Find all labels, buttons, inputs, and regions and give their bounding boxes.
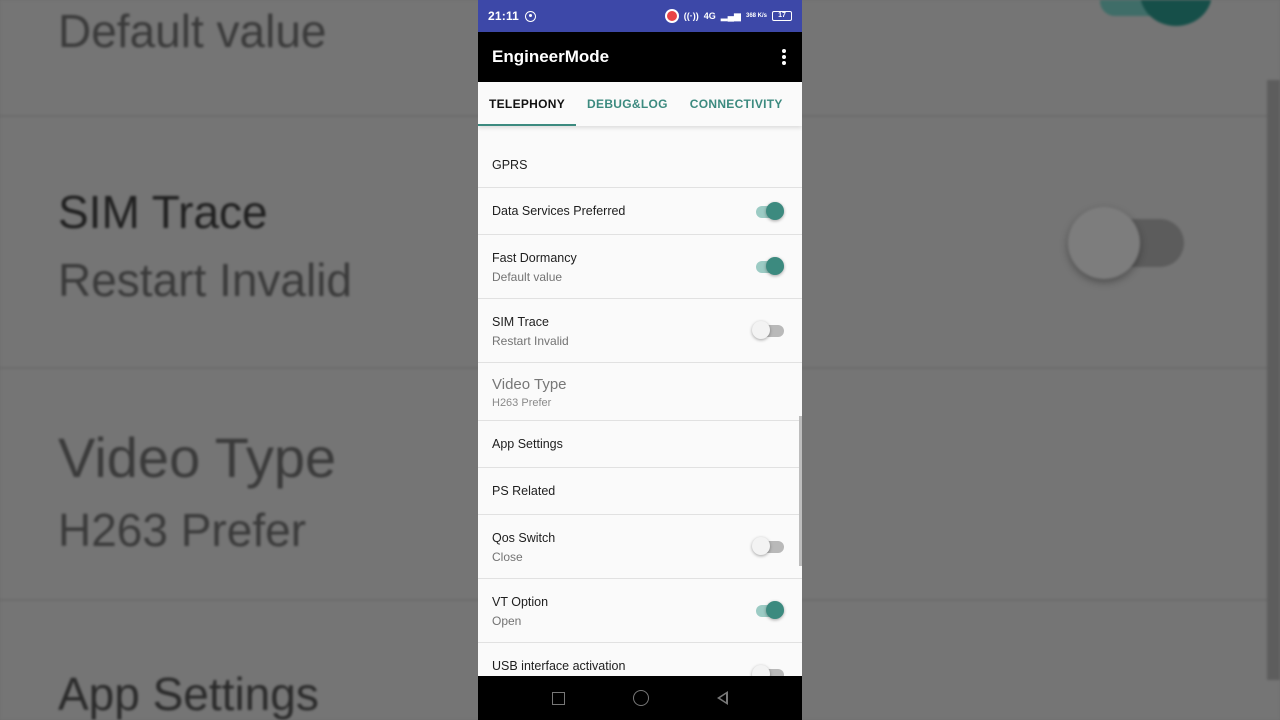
back-icon[interactable] [717,691,728,705]
signal-icon: ▂▄▆ [720,10,741,21]
recents-icon[interactable] [552,691,565,705]
list-item-fast-dormancy[interactable]: Fast Dormancy Default value [478,235,802,299]
toggle-switch[interactable] [752,535,784,559]
bg-toggle-knob [1068,207,1140,279]
list-item-sim-trace[interactable]: SIM Trace Restart Invalid [478,299,802,363]
bg-text: Default value [58,5,327,57]
speed-indicator: 368 K/s [745,13,767,19]
app-title: EngineerMode [492,47,610,66]
tab-debug-log[interactable]: DEBUG&LOG [576,82,679,126]
bg-text: App Settings [58,668,319,720]
status-icons: ((·)) 4G ▂▄▆ 368 K/s 17 [664,9,792,23]
system-nav-bar [478,676,802,720]
status-bar: 21:11 ((·)) 4G ▂▄▆ 368 K/s 17 [478,0,802,32]
toggle-switch[interactable] [752,663,784,676]
app-bar: EngineerMode [478,32,802,82]
list-item-ps-related[interactable]: PS Related [478,468,802,515]
screen-record-icon [664,9,679,23]
tab-connectivity[interactable]: CONNECTIVITY [679,82,794,126]
toggle-switch[interactable] [754,255,784,279]
tab-telephony[interactable]: TELEPHONY [478,82,577,126]
phone-screen: 21:11 ((·)) 4G ▂▄▆ 368 K/s 17 EngineerMo… [478,0,802,720]
tab-hardware[interactable]: HA [794,82,802,126]
toggle-switch[interactable] [752,319,784,343]
status-time: 21:11 [488,9,520,23]
bg-text: Restart Invalid [58,254,353,306]
bg-text: H263 Prefer [58,504,307,556]
list-item-gprs[interactable]: GPRS [478,142,802,188]
battery-icon: 17 [772,11,792,21]
list-item-vt-option[interactable]: VT Option Open [478,579,802,643]
network-type-icon: 4G [703,11,716,21]
list-item-usb-interface-activation[interactable]: USB interface activation [478,643,802,676]
list-item-video-type: Video Type H263 Prefer [478,363,802,421]
item-title: PS Related [492,484,556,498]
settings-list: GPRS Data Services Preferred Fast Dorman… [478,126,802,676]
toggle-switch[interactable] [754,200,784,224]
list-item-qos-switch[interactable]: Qos Switch Close [478,515,802,579]
item-title: GPRS [492,158,528,172]
tab-bar: TELEPHONY DEBUG&LOG CONNECTIVITY HA [478,82,802,126]
home-icon[interactable] [633,690,649,706]
item-title: Video Type [492,376,567,393]
scrollbar-thumb[interactable] [799,416,802,566]
notification-icon [525,10,537,22]
item-subtitle: H263 Prefer [492,397,552,409]
list-item-app-settings[interactable]: App Settings [478,421,802,468]
item-title: App Settings [492,437,563,451]
more-vert-icon[interactable] [780,49,788,65]
hotspot-icon: ((·)) [683,11,699,21]
bg-scrollbar [1267,80,1280,680]
bg-text: Video Type [58,426,337,489]
toggle-switch[interactable] [754,599,784,623]
bg-text: SIM Trace [58,186,268,238]
list-item-data-services-preferred[interactable]: Data Services Preferred [478,188,802,235]
